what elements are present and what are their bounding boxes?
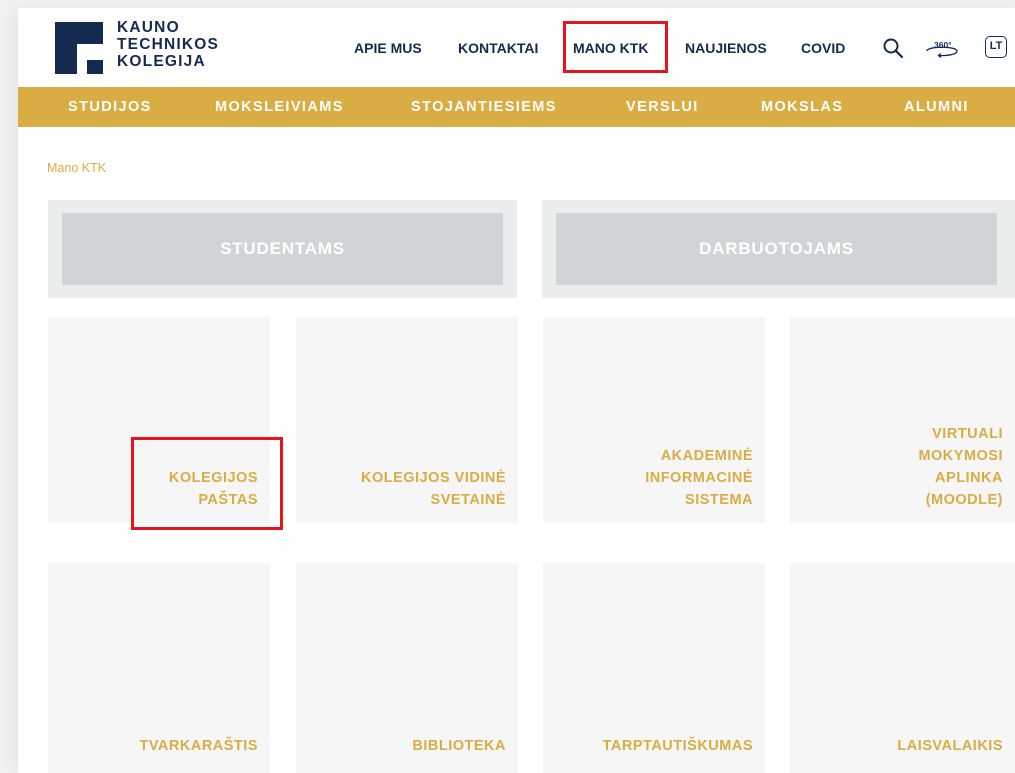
tile-laisvalaikis[interactable]: LAISVALAIKIS — [790, 563, 1015, 773]
topnav-naujienos[interactable]: NAUJIENOS — [685, 38, 767, 58]
site-header: KAUNO TECHNIKOS KOLEGIJA APIE MUS KONTAK… — [18, 8, 1015, 87]
menu-item-stojantiesiems[interactable]: STOJANTIESIEMS — [411, 87, 557, 127]
tile-label: VIRTUALI MOKYMOSI APLINKA (MOODLE) — [918, 426, 1003, 508]
logo-mark-icon — [55, 22, 103, 74]
section-panel-studentams: STUDENTAMS — [48, 200, 517, 298]
menu-item-alumni[interactable]: ALUMNI — [904, 87, 969, 127]
tile-label: BIBLIOTEKA — [412, 738, 506, 754]
menu-item-verslui[interactable]: VERSLUI — [626, 87, 699, 127]
tile-tvarkarastis[interactable]: TVARKARAŠTIS — [48, 563, 270, 773]
tile-akademine-informacine-sistema[interactable]: AKADEMINĖ INFORMACINĖ SISTEMA — [543, 317, 765, 523]
360-label: 360° — [934, 40, 952, 50]
menu-item-moksleiviams[interactable]: MOKSLEIVIAMS — [215, 87, 344, 127]
360-tour-icon[interactable]: 360° — [924, 37, 960, 59]
logo-line-1: KAUNO — [117, 19, 180, 36]
topnav-covid[interactable]: COVID — [801, 38, 845, 58]
tile-label: LAISVALAIKIS — [897, 738, 1003, 754]
topnav-apie-mus[interactable]: APIE MUS — [354, 38, 422, 58]
topnav-mano-ktk[interactable]: MANO KTK — [573, 38, 648, 58]
tile-kolegijos-pastas[interactable]: KOLEGIJOS PAŠTAS — [48, 317, 270, 523]
logo-line-2: TECHNIKOS — [117, 36, 220, 53]
search-icon[interactable] — [882, 37, 904, 59]
tile-biblioteka[interactable]: BIBLIOTEKA — [296, 563, 518, 773]
section-panel-darbuotojams: DARBUOTOJAMS — [542, 200, 1015, 298]
tile-label: KOLEGIJOS VIDINĖ SVETAINĖ — [361, 470, 506, 508]
logo-wordmark: KAUNO TECHNIKOS KOLEGIJA — [117, 19, 219, 70]
college-logo[interactable]: KAUNO TECHNIKOS KOLEGIJA — [55, 19, 235, 74]
logo-line-3: KOLEGIJA — [117, 53, 206, 70]
tile-label: AKADEMINĖ INFORMACINĖ SISTEMA — [645, 448, 753, 508]
menu-item-studijos[interactable]: STUDIJOS — [68, 87, 152, 127]
section-button-studentams[interactable]: STUDENTAMS — [62, 213, 503, 285]
section-button-darbuotojams[interactable]: DARBUOTOJAMS — [556, 213, 997, 285]
tile-label: TARPTAUTIŠKUMAS — [602, 738, 753, 754]
breadcrumb[interactable]: Mano KTK — [47, 161, 106, 175]
menu-item-mokslas[interactable]: MOKSLAS — [761, 87, 843, 127]
tile-kolegijos-vidine-svetaine[interactable]: KOLEGIJOS VIDINĖ SVETAINĖ — [296, 317, 518, 523]
main-menu-bar: STUDIJOS MOKSLEIVIAMS STOJANTIESIEMS VER… — [18, 87, 1015, 127]
tile-label: TVARKARAŠTIS — [139, 738, 258, 754]
topnav-kontaktai[interactable]: KONTAKTAI — [458, 38, 538, 58]
tile-virtuali-mokymosi-aplinka[interactable]: VIRTUALI MOKYMOSI APLINKA (MOODLE) — [790, 317, 1015, 523]
tile-tarptautiskumas[interactable]: TARPTAUTIŠKUMAS — [543, 563, 765, 773]
language-switch-button[interactable]: LT — [985, 36, 1007, 58]
tile-label: KOLEGIJOS PAŠTAS — [168, 470, 258, 508]
page: KAUNO TECHNIKOS KOLEGIJA APIE MUS KONTAK… — [18, 8, 1015, 773]
